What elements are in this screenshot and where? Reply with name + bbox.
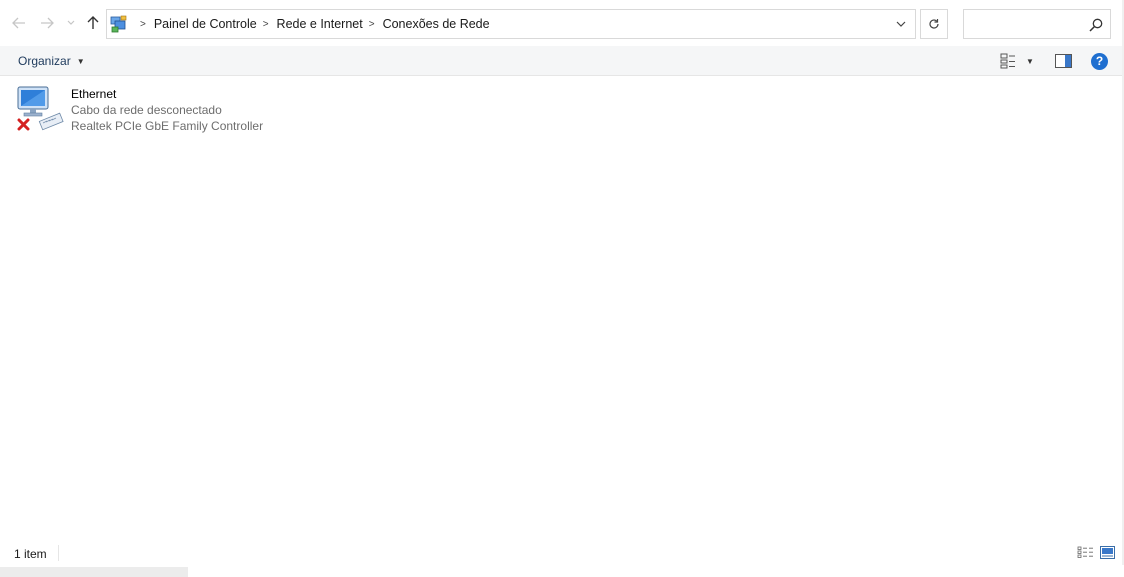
connection-name: Ethernet <box>71 87 117 101</box>
search-input[interactable] <box>968 14 1086 34</box>
address-dropdown-button[interactable] <box>887 10 915 38</box>
arrow-right-icon <box>41 17 54 29</box>
help-button[interactable]: ? <box>1091 52 1108 70</box>
recent-locations-button[interactable] <box>63 12 79 34</box>
breadcrumb-painel-de-controle[interactable]: Painel de Controle <box>154 17 257 31</box>
view-options-dropdown[interactable]: ▼ <box>1024 52 1036 70</box>
file-list: Ethernet Cabo da rede desconectado Realt… <box>0 77 1124 541</box>
change-view-icon <box>1000 53 1015 69</box>
help-icon: ? <box>1091 52 1108 70</box>
caret-down-icon: ▼ <box>76 56 85 66</box>
list-item[interactable]: Ethernet Cabo da rede desconectado Realt… <box>14 83 274 135</box>
refresh-button[interactable] <box>920 9 948 39</box>
connection-status: Cabo da rede desconectado <box>71 103 222 117</box>
network-adapter-disconnected-icon <box>14 83 66 135</box>
control-panel-network-icon <box>110 15 128 33</box>
status-bar: 1 item <box>0 541 1124 565</box>
navigation-bar: > Painel de Controle > Rede e Internet >… <box>0 0 1124 46</box>
refresh-icon <box>929 19 939 29</box>
adapter-name: Realtek PCIe GbE Family Controller <box>71 119 264 133</box>
arrow-left-icon <box>12 17 25 29</box>
breadcrumb-separator[interactable]: > <box>263 19 269 30</box>
breadcrumb-rede-e-internet[interactable]: Rede e Internet <box>277 17 363 31</box>
caret-down-icon: ▼ <box>1026 56 1034 66</box>
preview-pane-button[interactable] <box>1055 52 1072 70</box>
command-bar: Organizar ▼ ▼ ? <box>0 46 1124 76</box>
item-details: Ethernet Cabo da rede desconectado Realt… <box>71 86 263 135</box>
change-view-button[interactable] <box>1000 52 1016 70</box>
large-icons-view-icon <box>1100 546 1115 559</box>
forward-button[interactable] <box>37 12 57 34</box>
breadcrumb-conexoes-de-rede[interactable]: Conexões de Rede <box>383 17 490 31</box>
chevron-down-icon <box>67 20 75 25</box>
chevron-down-icon <box>896 21 906 27</box>
preview-pane-icon <box>1055 54 1072 68</box>
status-divider <box>58 545 59 561</box>
details-view-button[interactable] <box>1077 546 1094 562</box>
organize-label: Organizar <box>18 54 71 68</box>
search-box[interactable] <box>963 9 1111 39</box>
large-icons-view-button[interactable] <box>1100 546 1115 562</box>
horizontal-scrollbar-track[interactable] <box>0 567 188 577</box>
details-view-icon <box>1077 546 1093 558</box>
breadcrumb-separator[interactable]: > <box>369 19 375 30</box>
arrow-up-icon <box>87 16 99 29</box>
breadcrumb-separator[interactable]: > <box>140 19 146 30</box>
up-button[interactable] <box>83 12 103 34</box>
back-button[interactable] <box>9 12 29 34</box>
organize-button[interactable]: Organizar ▼ <box>12 52 91 70</box>
item-count: 1 item <box>14 547 47 561</box>
search-icon[interactable] <box>1088 17 1104 33</box>
address-bar[interactable]: > Painel de Controle > Rede e Internet >… <box>106 9 916 39</box>
breadcrumb: > Painel de Controle > Rede e Internet >… <box>134 17 490 31</box>
